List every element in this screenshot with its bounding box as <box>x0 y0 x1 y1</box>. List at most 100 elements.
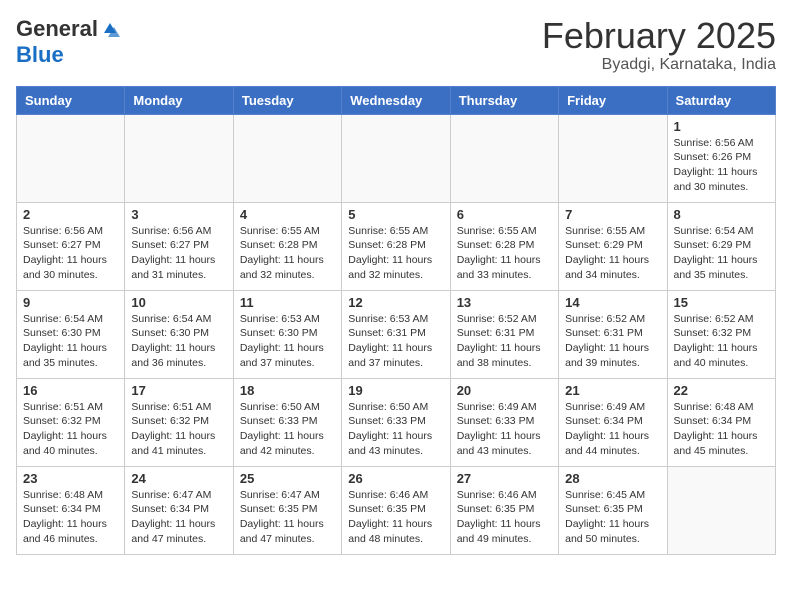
day-number: 26 <box>348 471 443 486</box>
day-info: Sunrise: 6:55 AM Sunset: 6:29 PM Dayligh… <box>565 224 660 283</box>
calendar-cell: 10 Sunrise: 6:54 AM Sunset: 6:30 PM Dayli… <box>125 290 233 378</box>
logo-icon <box>100 19 120 39</box>
calendar-cell: 4 Sunrise: 6:55 AM Sunset: 6:28 PM Daylig… <box>233 202 341 290</box>
calendar-week-row: 2 Sunrise: 6:56 AM Sunset: 6:27 PM Daylig… <box>17 202 776 290</box>
calendar-cell: 19Sunrise: 6:50 AM Sunset: 6:33 PM Dayli… <box>342 378 450 466</box>
calendar-cell: 23 Sunrise: 6:48 AM Sunset: 6:34 PM Dayli… <box>17 466 125 554</box>
day-info: Sunrise: 6:55 AM Sunset: 6:28 PM Dayligh… <box>348 224 443 283</box>
day-info: Sunrise: 6:56 AM Sunset: 6:27 PM Dayligh… <box>131 224 226 283</box>
day-number: 16 <box>23 383 118 398</box>
day-info: Sunrise: 6:45 AM Sunset: 6:35 PM Dayligh… <box>565 488 660 547</box>
calendar-cell <box>125 114 233 202</box>
day-number: 20 <box>457 383 552 398</box>
day-number: 9 <box>23 295 118 310</box>
day-info: Sunrise: 6:52 AM Sunset: 6:31 PM Dayligh… <box>565 312 660 371</box>
calendar-cell: 17 Sunrise: 6:51 AM Sunset: 6:32 PM Dayli… <box>125 378 233 466</box>
title-block: February 2025 Byadgi, Karnataka, India <box>542 16 776 74</box>
calendar-cell: 28 Sunrise: 6:45 AM Sunset: 6:35 PM Dayli… <box>559 466 667 554</box>
day-info: Sunrise: 6:46 AM Sunset: 6:35 PM Dayligh… <box>457 488 552 547</box>
day-number: 4 <box>240 207 335 222</box>
month-title: February 2025 <box>542 16 776 56</box>
day-number: 6 <box>457 207 552 222</box>
calendar-cell: 13 Sunrise: 6:52 AM Sunset: 6:31 PM Dayli… <box>450 290 558 378</box>
calendar-cell: 3 Sunrise: 6:56 AM Sunset: 6:27 PM Daylig… <box>125 202 233 290</box>
day-number: 10 <box>131 295 226 310</box>
day-number: 11 <box>240 295 335 310</box>
day-number: 12 <box>348 295 443 310</box>
logo-general-text: General <box>16 16 98 42</box>
calendar-cell: 9 Sunrise: 6:54 AM Sunset: 6:30 PM Daylig… <box>17 290 125 378</box>
day-number: 5 <box>348 207 443 222</box>
calendar-cell: 14 Sunrise: 6:52 AM Sunset: 6:31 PM Dayli… <box>559 290 667 378</box>
day-info: Sunrise: 6:47 AM Sunset: 6:34 PM Dayligh… <box>131 488 226 547</box>
calendar-cell: 12Sunrise: 6:53 AM Sunset: 6:31 PM Dayli… <box>342 290 450 378</box>
day-number: 18 <box>240 383 335 398</box>
day-info: Sunrise: 6:46 AM Sunset: 6:35 PM Dayligh… <box>348 488 443 547</box>
day-info: Sunrise: 6:55 AM Sunset: 6:28 PM Dayligh… <box>240 224 335 283</box>
day-info: Sunrise: 6:48 AM Sunset: 6:34 PM Dayligh… <box>23 488 118 547</box>
calendar-cell: 15 Sunrise: 6:52 AM Sunset: 6:32 PM Dayli… <box>667 290 775 378</box>
weekday-header: Friday <box>559 86 667 114</box>
weekday-header: Tuesday <box>233 86 341 114</box>
calendar-cell: 2 Sunrise: 6:56 AM Sunset: 6:27 PM Daylig… <box>17 202 125 290</box>
calendar-cell: 6 Sunrise: 6:55 AM Sunset: 6:28 PM Daylig… <box>450 202 558 290</box>
day-info: Sunrise: 6:52 AM Sunset: 6:32 PM Dayligh… <box>674 312 769 371</box>
day-info: Sunrise: 6:52 AM Sunset: 6:31 PM Dayligh… <box>457 312 552 371</box>
calendar-cell <box>667 466 775 554</box>
calendar-cell <box>559 114 667 202</box>
calendar-cell: 11Sunrise: 6:53 AM Sunset: 6:30 PM Dayli… <box>233 290 341 378</box>
calendar-week-row: 23 Sunrise: 6:48 AM Sunset: 6:34 PM Dayli… <box>17 466 776 554</box>
location-subtitle: Byadgi, Karnataka, India <box>542 56 776 74</box>
calendar-cell: 22 Sunrise: 6:48 AM Sunset: 6:34 PM Dayli… <box>667 378 775 466</box>
logo-blue-text: Blue <box>16 42 64 67</box>
calendar-table: SundayMondayTuesdayWednesdayThursdayFrid… <box>16 86 776 555</box>
day-number: 15 <box>674 295 769 310</box>
day-info: Sunrise: 6:48 AM Sunset: 6:34 PM Dayligh… <box>674 400 769 459</box>
day-info: Sunrise: 6:55 AM Sunset: 6:28 PM Dayligh… <box>457 224 552 283</box>
day-number: 14 <box>565 295 660 310</box>
day-number: 1 <box>674 119 769 134</box>
day-number: 8 <box>674 207 769 222</box>
day-number: 7 <box>565 207 660 222</box>
day-number: 23 <box>23 471 118 486</box>
day-number: 17 <box>131 383 226 398</box>
calendar-cell: 7 Sunrise: 6:55 AM Sunset: 6:29 PM Daylig… <box>559 202 667 290</box>
weekday-header-row: SundayMondayTuesdayWednesdayThursdayFrid… <box>17 86 776 114</box>
calendar-cell: 24 Sunrise: 6:47 AM Sunset: 6:34 PM Dayli… <box>125 466 233 554</box>
day-number: 24 <box>131 471 226 486</box>
calendar-cell: 26 Sunrise: 6:46 AM Sunset: 6:35 PM Dayli… <box>342 466 450 554</box>
calendar-cell: 1 Sunrise: 6:56 AM Sunset: 6:26 PM Daylig… <box>667 114 775 202</box>
day-number: 3 <box>131 207 226 222</box>
weekday-header: Wednesday <box>342 86 450 114</box>
day-info: Sunrise: 6:49 AM Sunset: 6:34 PM Dayligh… <box>565 400 660 459</box>
day-info: Sunrise: 6:54 AM Sunset: 6:30 PM Dayligh… <box>23 312 118 371</box>
day-number: 19 <box>348 383 443 398</box>
day-info: Sunrise: 6:49 AM Sunset: 6:33 PM Dayligh… <box>457 400 552 459</box>
calendar-week-row: 16 Sunrise: 6:51 AM Sunset: 6:32 PM Dayli… <box>17 378 776 466</box>
day-info: Sunrise: 6:51 AM Sunset: 6:32 PM Dayligh… <box>131 400 226 459</box>
calendar-cell: 20 Sunrise: 6:49 AM Sunset: 6:33 PM Dayli… <box>450 378 558 466</box>
day-info: Sunrise: 6:56 AM Sunset: 6:26 PM Dayligh… <box>674 136 769 195</box>
day-info: Sunrise: 6:54 AM Sunset: 6:30 PM Dayligh… <box>131 312 226 371</box>
logo: General Blue <box>16 16 120 68</box>
day-number: 25 <box>240 471 335 486</box>
calendar-week-row: 9 Sunrise: 6:54 AM Sunset: 6:30 PM Daylig… <box>17 290 776 378</box>
calendar-cell <box>17 114 125 202</box>
day-number: 22 <box>674 383 769 398</box>
day-number: 2 <box>23 207 118 222</box>
day-info: Sunrise: 6:56 AM Sunset: 6:27 PM Dayligh… <box>23 224 118 283</box>
weekday-header: Thursday <box>450 86 558 114</box>
day-number: 21 <box>565 383 660 398</box>
calendar-cell: 21 Sunrise: 6:49 AM Sunset: 6:34 PM Dayli… <box>559 378 667 466</box>
calendar-cell: 16 Sunrise: 6:51 AM Sunset: 6:32 PM Dayli… <box>17 378 125 466</box>
day-info: Sunrise: 6:51 AM Sunset: 6:32 PM Dayligh… <box>23 400 118 459</box>
day-number: 13 <box>457 295 552 310</box>
day-number: 28 <box>565 471 660 486</box>
day-number: 27 <box>457 471 552 486</box>
calendar-cell: 5 Sunrise: 6:55 AM Sunset: 6:28 PM Daylig… <box>342 202 450 290</box>
page-header: General Blue February 2025 Byadgi, Karna… <box>16 16 776 74</box>
day-info: Sunrise: 6:50 AM Sunset: 6:33 PM Dayligh… <box>240 400 335 459</box>
day-info: Sunrise: 6:54 AM Sunset: 6:29 PM Dayligh… <box>674 224 769 283</box>
calendar-cell <box>233 114 341 202</box>
weekday-header: Sunday <box>17 86 125 114</box>
